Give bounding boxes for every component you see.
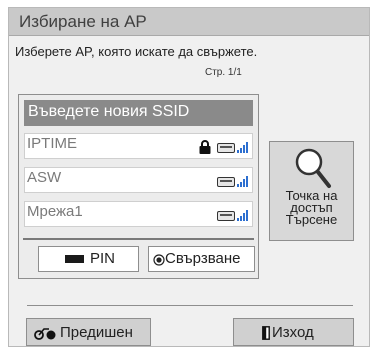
connect-button-label: Свързване xyxy=(165,250,241,267)
radio-selected-icon xyxy=(153,254,165,266)
ap-item-iptime[interactable]: IPTIME xyxy=(24,133,253,159)
lock-icon xyxy=(199,140,211,154)
previous-button[interactable]: Предишен xyxy=(26,318,151,346)
wifi-signal-icon xyxy=(217,142,248,153)
ap-name: ASW xyxy=(27,169,62,186)
wifi-signal-icon xyxy=(217,210,248,221)
exit-button-label: Изход xyxy=(272,324,314,341)
enter-new-ssid-item[interactable]: Въведете новия SSID xyxy=(24,100,253,126)
magnifier-icon xyxy=(295,148,331,188)
ap-selection-dialog: Избиране на AP Изберете AP, която искате… xyxy=(8,7,370,347)
ap-item-mrezha1[interactable]: Мрежа1 xyxy=(24,201,253,227)
back-remote-key-icon xyxy=(34,328,56,340)
ap-name: IPTIME xyxy=(27,135,78,152)
ap-list-panel: Въведете новия SSID IPTIME ASW Мрежа1 PI… xyxy=(18,94,259,279)
search-ap-label: Точка на достъп Търсене xyxy=(270,189,353,227)
footer-divider xyxy=(27,305,353,306)
instruction-text: Изберете AP, която искате да свържете. xyxy=(15,44,258,59)
ap-name: Мрежа1 xyxy=(27,203,83,220)
ap-item-asw[interactable]: ASW xyxy=(24,167,253,193)
wifi-signal-icon xyxy=(217,176,248,187)
pin-key-icon xyxy=(65,255,84,263)
pin-button[interactable]: PIN xyxy=(38,246,139,272)
exit-door-icon xyxy=(262,326,270,340)
pin-button-label: PIN xyxy=(90,250,116,267)
panel-divider xyxy=(23,238,254,240)
previous-button-label: Предишен xyxy=(60,324,133,341)
dialog-title: Избиране на AP xyxy=(19,12,147,31)
search-ap-button[interactable]: Точка на достъп Търсене xyxy=(269,141,354,241)
page-indicator: Стр. 1/1 xyxy=(205,67,242,78)
exit-button[interactable]: Изход xyxy=(233,318,354,346)
search-label-line: Търсене xyxy=(285,212,338,227)
connect-button[interactable]: Свързване xyxy=(148,246,255,272)
title-bar: Избиране на AP xyxy=(9,8,369,36)
